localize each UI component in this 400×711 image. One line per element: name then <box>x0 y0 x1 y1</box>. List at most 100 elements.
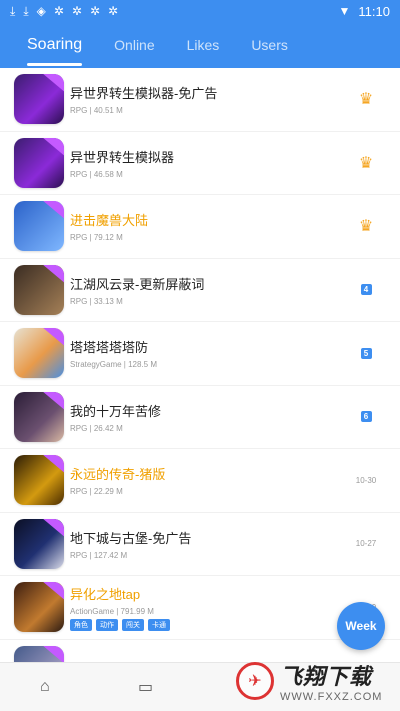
rank-badge: 5 <box>360 347 372 359</box>
rank-badge: 4 <box>360 284 372 296</box>
mod-ribbon <box>42 518 64 539</box>
rank-indicator: ♛ <box>346 89 386 109</box>
crown-icon: ♛ <box>358 218 374 236</box>
list-item[interactable]: 异世界转生模拟器 RPG | 46.58 M ♛ <box>0 132 400 195</box>
mod-ribbon <box>42 264 64 285</box>
watermark-text: 飞翔下载 WWW.FXXZ.COM <box>280 659 382 703</box>
app-tag[interactable]: 动作 <box>96 618 118 631</box>
list-item[interactable]: 塔塔塔塔塔防 StrategyGame | 128.5 M 5 <box>0 322 400 386</box>
shield-icon: ◈ <box>36 4 46 18</box>
app-info: 江湖风云录-更新屏蔽词 RPG | 33.13 M <box>70 274 346 306</box>
mod-ribbon <box>42 391 64 412</box>
app-thumbnail <box>14 455 64 506</box>
list-item[interactable]: 永远的传奇-猪版 RPG | 22.29 M 10-30 <box>0 449 400 513</box>
app-list[interactable]: 异世界转生模拟器-免广告 RPG | 40.51 M ♛ 异世界转生模拟器 RPG | … <box>0 68 400 662</box>
mod-ribbon <box>42 455 64 476</box>
app-thumbnail <box>14 328 64 379</box>
tab-online[interactable]: Online <box>114 22 154 68</box>
app-tags: 角色 动作 闯关 卡通 <box>70 618 346 631</box>
app-info: 我的十万年苦修 RPG | 26.42 M <box>70 401 346 433</box>
crown-icon: ♛ <box>358 91 374 109</box>
rank-indicator: ♛ <box>346 216 386 236</box>
week-button[interactable]: Week <box>337 602 385 650</box>
rank-indicator: 5 <box>346 347 386 359</box>
app-thumbnail <box>14 137 64 188</box>
mod-ribbon <box>42 201 64 222</box>
tab-bar: Soaring Online Likes Users <box>0 22 400 68</box>
app-icon: ✲ <box>89 4 101 18</box>
status-system: ▼ 11:10 <box>339 4 390 19</box>
app-thumbnail <box>14 201 64 252</box>
app-info: 地下城与古堡-免广告 RPG | 127.42 M <box>70 528 346 560</box>
wifi-icon: ▼ <box>338 4 351 18</box>
rank-indicator: 4 <box>346 284 386 296</box>
app-title: 进击魔兽大陆 <box>70 213 149 229</box>
status-bar: ⤓ ⤓ ◈ ✲ ✲ ✲ ✲ ▼ 11:10 <box>0 0 400 22</box>
app-thumbnail <box>14 74 64 125</box>
rank-badge: 6 <box>360 411 372 423</box>
app-meta: RPG | 79.12 M <box>70 233 123 243</box>
tab-likes[interactable]: Likes <box>187 22 220 68</box>
home-icon[interactable]: ⌂ <box>40 678 50 696</box>
watermark: ✈ 飞翔下载 WWW.FXXZ.COM <box>236 652 400 709</box>
mod-ribbon <box>42 74 64 95</box>
crown-icon: ♛ <box>358 154 374 172</box>
app-info: 异世界转生模拟器 RPG | 46.58 M <box>70 147 346 179</box>
list-item[interactable]: 我的十万年苦修 RPG | 26.42 M 6 <box>0 386 400 449</box>
app-info: 永远的传奇-猪版 RPG | 22.29 M <box>70 464 346 496</box>
status-notifications: ⤓ ⤓ ◈ ✲ ✲ ✲ ✲ <box>10 5 118 17</box>
mod-ribbon <box>42 645 64 662</box>
mod-ribbon <box>42 137 64 158</box>
app-thumbnail <box>14 391 64 442</box>
gamepad-icon[interactable]: ▭ <box>138 677 153 697</box>
app-icon: ✲ <box>71 4 82 18</box>
app-title: 江湖风云录-更新屏蔽词 <box>70 276 205 292</box>
app-title: 异世界转生模拟器-免广告 <box>70 86 218 102</box>
watermark-logo-icon: ✈ <box>236 661 274 700</box>
rank-indicator: 10-30 <box>346 476 386 485</box>
watermark-title: 飞翔下载 <box>280 663 373 689</box>
app-info: 进击魔兽大陆 RPG | 79.12 M <box>70 210 346 242</box>
tab-users[interactable]: Users <box>251 22 288 68</box>
app-thumbnail <box>14 518 64 569</box>
status-time: 11:10 <box>358 3 390 19</box>
rank-indicator: 6 <box>346 411 386 423</box>
mod-ribbon <box>42 582 64 603</box>
app-meta: StrategyGame | 128.5 M <box>70 360 158 370</box>
app-title: 我的十万年苦修 <box>70 403 162 419</box>
app-thumbnail <box>14 645 64 662</box>
update-date: 10-27 <box>355 539 377 549</box>
list-item[interactable]: 进击魔兽大陆 RPG | 79.12 M ♛ <box>0 195 400 259</box>
app-info: 塔塔塔塔塔防 StrategyGame | 128.5 M <box>70 337 346 369</box>
app-title: 永远的传奇-猪版 <box>70 467 166 483</box>
app-title: 异世界转生模拟器 <box>70 149 175 165</box>
app-thumbnail <box>14 264 64 315</box>
list-item[interactable]: 异世界转生模拟器-免广告 RPG | 40.51 M ♛ <box>0 68 400 132</box>
app-info: 异化之地tap ActionGame | 791.99 M 角色 动作 闯关 卡通 <box>70 584 346 631</box>
list-item[interactable]: 地下城与古堡-免广告 RPG | 127.42 M 10-27 <box>0 513 400 576</box>
mod-ribbon <box>42 328 64 349</box>
update-date: 10-30 <box>355 475 377 485</box>
rank-indicator: ♛ <box>346 153 386 173</box>
tab-soaring[interactable]: Soaring <box>27 22 83 68</box>
app-tag[interactable]: 角色 <box>70 618 92 631</box>
watermark-url: WWW.FXXZ.COM <box>280 690 383 703</box>
app-icon: ✲ <box>108 4 119 18</box>
app-title: 异化之地tap <box>70 586 141 602</box>
app-meta: RPG | 33.13 M <box>70 296 123 306</box>
app-icon: ✲ <box>53 4 64 18</box>
app-info: 异世界转生模拟器-免广告 RPG | 40.51 M <box>70 83 346 115</box>
download-icon: ⤓ <box>23 4 29 18</box>
app-meta: ActionGame | 791.99 M <box>70 606 154 616</box>
app-title: 地下城与古堡-免广告 <box>70 530 192 546</box>
app-tag[interactable]: 闯关 <box>122 618 144 631</box>
rank-indicator: 10-27 <box>346 539 386 548</box>
app-meta: RPG | 46.58 M <box>70 169 123 179</box>
app-meta: RPG | 40.51 M <box>70 106 123 116</box>
app-meta: RPG | 127.42 M <box>70 550 128 560</box>
list-item[interactable]: 江湖风云录-更新屏蔽词 RPG | 33.13 M 4 <box>0 259 400 322</box>
app-tag[interactable]: 卡通 <box>148 618 170 631</box>
download-icon: ⤓ <box>10 4 16 18</box>
app-meta: RPG | 26.42 M <box>70 423 123 433</box>
app-thumbnail <box>14 582 64 633</box>
